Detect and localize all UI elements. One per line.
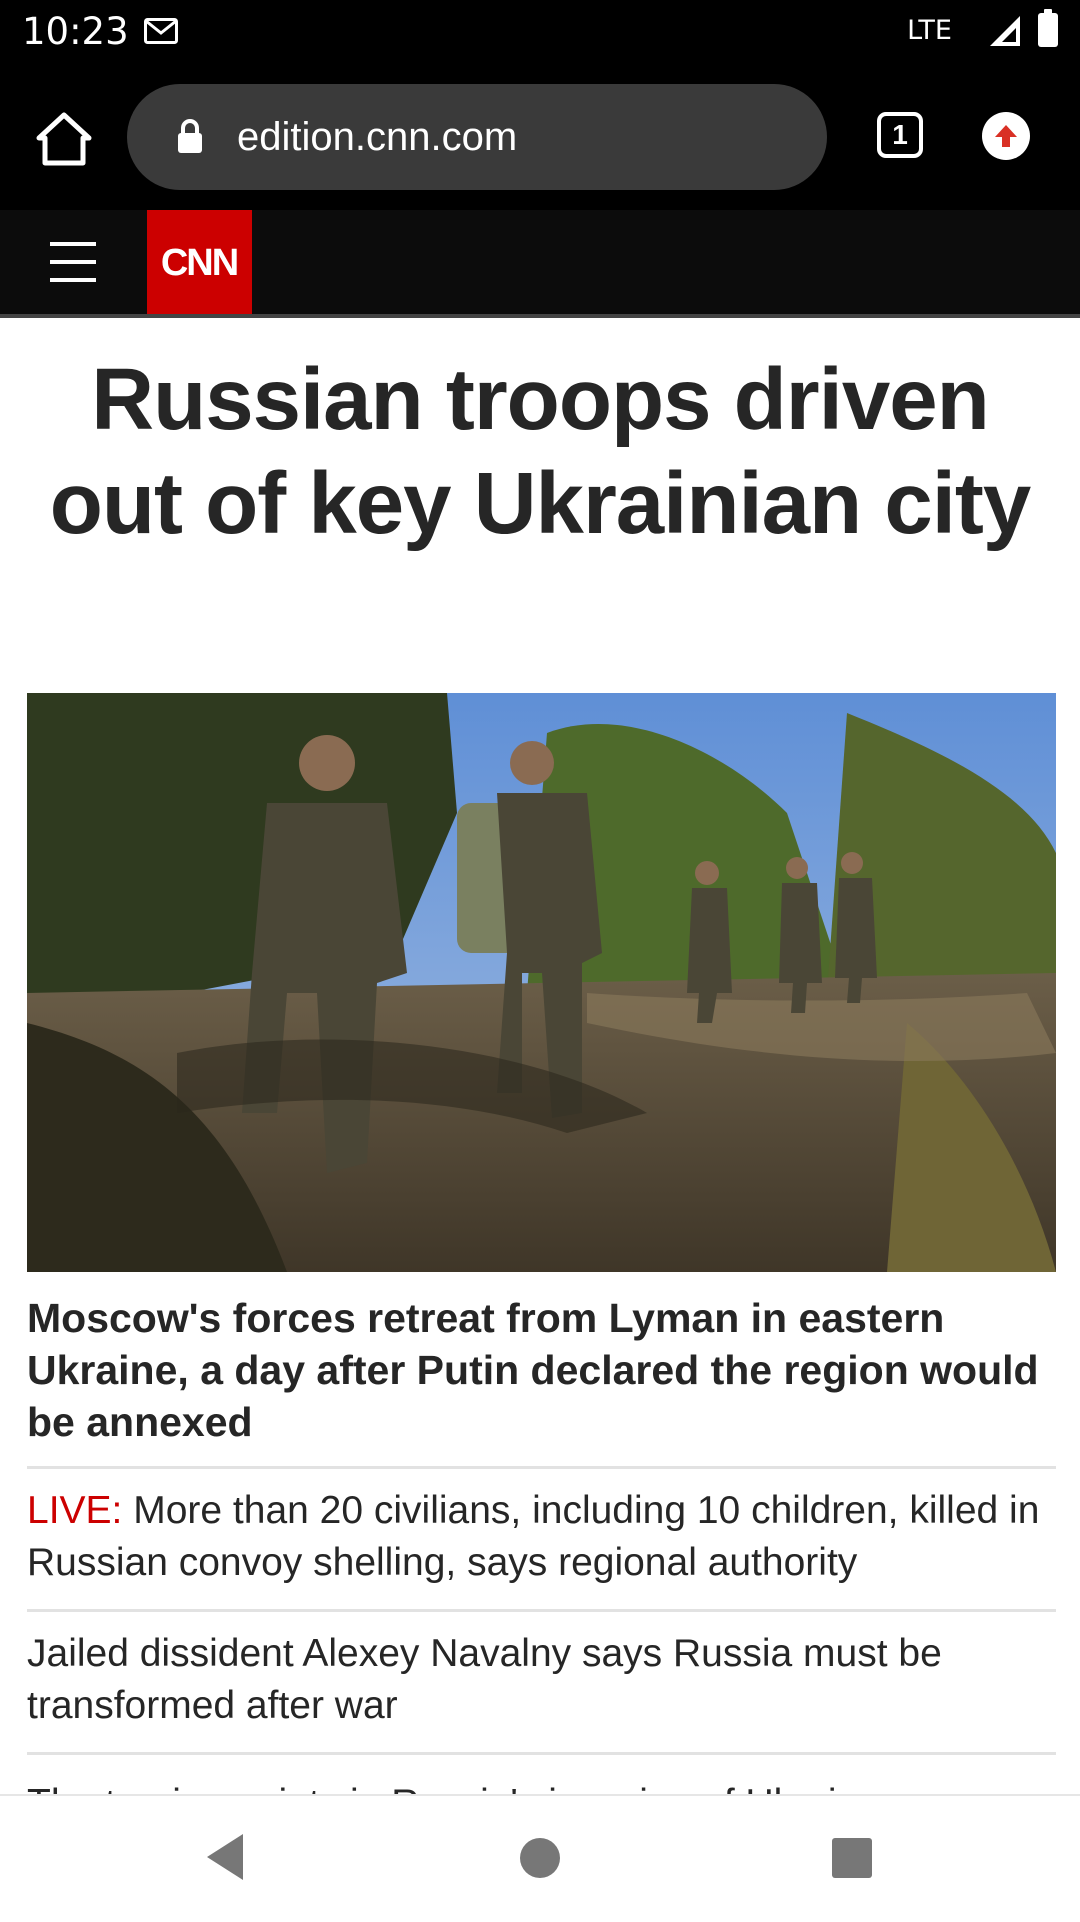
home-circle-icon[interactable]: [520, 1838, 560, 1878]
article-headline[interactable]: Russian troops driven out of key Ukraini…: [30, 348, 1050, 556]
gmail-icon: [144, 18, 178, 49]
site-header: CNN: [0, 210, 1080, 318]
story-item-live[interactable]: LIVE: More than 20 civilians, including …: [27, 1485, 1056, 1589]
browser-toolbar: edition.cnn.com 1: [0, 64, 1080, 210]
tabs-icon[interactable]: 1: [877, 112, 923, 158]
divider: [27, 1752, 1056, 1755]
signal-icon: [988, 14, 1022, 53]
url-text: edition.cnn.com: [237, 115, 518, 159]
cnn-logo[interactable]: CNN: [147, 210, 252, 314]
divider: [27, 1466, 1056, 1469]
home-icon[interactable]: [34, 110, 94, 168]
article-subhead[interactable]: Moscow's forces retreat from Lyman in ea…: [27, 1292, 1056, 1448]
network-label: LTE: [907, 15, 952, 46]
status-bar: 10:23 LTE: [0, 0, 1080, 64]
cnn-logo-text: CNN: [161, 242, 237, 282]
status-time: 10:23: [22, 10, 129, 53]
story-text: More than 20 civilians, including 10 chi…: [27, 1489, 1040, 1584]
back-icon[interactable]: [205, 1832, 245, 1887]
divider: [27, 1609, 1056, 1612]
story-text: Jailed dissident Alexey Navalny says Rus…: [27, 1632, 942, 1727]
live-badge: LIVE:: [27, 1489, 123, 1532]
update-icon[interactable]: [982, 112, 1030, 160]
address-bar[interactable]: edition.cnn.com: [127, 84, 827, 190]
hamburger-menu-icon[interactable]: [50, 240, 96, 284]
story-item[interactable]: Jailed dissident Alexey Navalny says Rus…: [27, 1628, 1056, 1732]
battery-icon: [1038, 9, 1058, 47]
recents-icon[interactable]: [832, 1838, 872, 1878]
system-nav-bar: [0, 1794, 1080, 1922]
hero-image[interactable]: [27, 693, 1056, 1272]
lock-icon: [177, 118, 203, 159]
